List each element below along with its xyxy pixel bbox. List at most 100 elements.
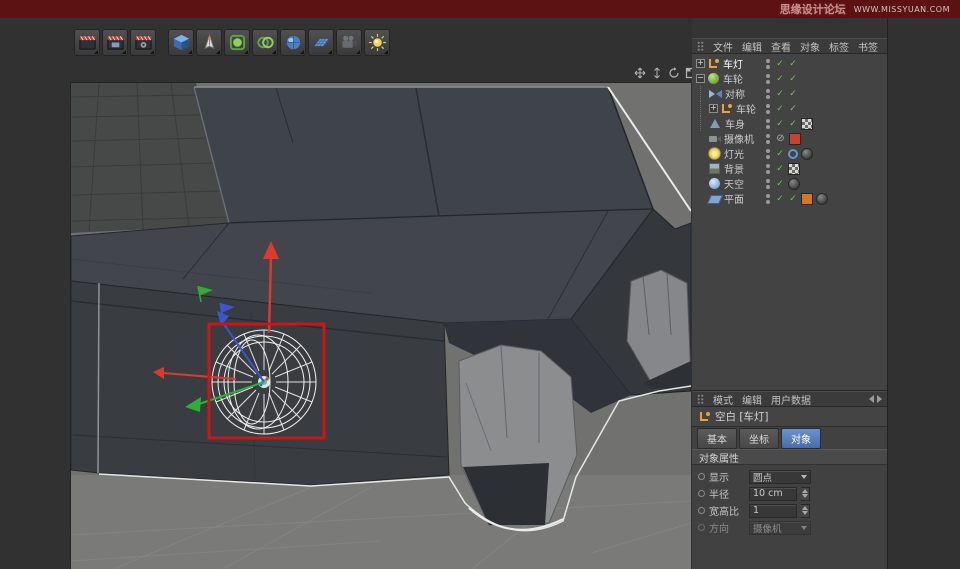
texture-tag-icon[interactable] [788,162,800,175]
enable-check-icon[interactable] [788,104,798,114]
visibility-dots[interactable] [766,178,770,189]
enable-check-icon[interactable] [775,104,785,114]
om-menu-tag[interactable]: 标签 [829,39,849,54]
render-settings-button[interactable] [130,29,156,56]
am-menu-edit[interactable]: 编辑 [742,392,762,407]
enable-check-icon[interactable] [788,59,798,69]
visibility-dots[interactable] [766,148,770,159]
field-label: 半径 [709,490,729,501]
expander-icon[interactable]: + [709,104,718,113]
enable-check-icon[interactable] [775,194,785,204]
visibility-dots[interactable] [766,73,770,84]
enable-check-icon[interactable] [775,179,785,189]
panel-grip-icon[interactable] [697,41,704,51]
camera-tag-icon[interactable] [789,132,801,145]
om-menu-file[interactable]: 文件 [713,39,733,54]
visibility-dots[interactable] [766,58,770,69]
keyframe-dot-icon[interactable] [698,490,705,497]
spline-pen-button[interactable] [196,29,222,56]
object-row-light[interactable]: 灯光 [692,146,887,161]
visibility-dots[interactable] [766,193,770,204]
polygon-object-icon [709,117,722,130]
pan-view-button[interactable] [633,66,646,79]
enable-check-icon[interactable] [775,59,785,69]
light-button[interactable] [364,29,390,56]
enable-check-icon[interactable] [788,194,798,204]
target-tag-icon[interactable] [788,148,798,159]
tab-coordinates[interactable]: 坐标 [739,427,779,449]
tab-object[interactable]: 对象 [781,427,821,449]
history-forward-icon[interactable] [877,395,882,403]
tab-basic[interactable]: 基本 [697,427,737,449]
enable-check-icon[interactable] [775,89,785,99]
object-row-plane[interactable]: 平面 [692,191,887,206]
enable-check-icon[interactable] [775,149,785,159]
visibility-dots[interactable] [766,103,770,114]
subdivision-surface-button[interactable] [224,29,250,56]
pen-icon [203,33,215,50]
zoom-view-button[interactable] [650,66,663,79]
object-label: 背景 [724,165,744,176]
object-row-wheel-group[interactable]: − 车轮 [692,71,887,86]
compositing-tag-icon[interactable] [801,147,813,160]
expander-icon[interactable]: − [696,74,705,83]
enable-check-icon[interactable] [788,74,798,84]
cube-primitive-button[interactable] [168,29,194,56]
aspect-ratio-input[interactable]: 1 [749,503,797,518]
history-back-icon[interactable] [869,395,874,403]
display-dropdown[interactable]: 圆点 [749,469,811,484]
environment-button[interactable] [280,29,306,56]
enable-check-icon[interactable] [775,164,785,174]
keyframe-dot-icon[interactable] [698,524,705,531]
object-tree: + 车灯 − 车轮 [692,54,887,390]
keyframe-dot-icon[interactable] [698,473,705,480]
section-title: 对象属性 [699,453,739,465]
visibility-dots[interactable] [766,163,770,174]
material-tag-icon[interactable] [801,192,813,205]
camera-button[interactable] [336,29,362,56]
texture-tag-icon[interactable] [801,117,813,130]
radius-input[interactable]: 10 cm [749,486,797,501]
object-row-camera[interactable]: 摄像机 [692,131,887,146]
object-row-headlight[interactable]: + 车灯 [692,56,887,71]
render-view-button[interactable] [74,29,100,56]
om-menu-edit[interactable]: 编辑 [742,39,762,54]
am-menu-userdata[interactable]: 用户数据 [771,392,811,407]
rotate-icon [668,66,679,78]
visibility-dots[interactable] [766,88,770,99]
enable-check-icon[interactable] [788,119,798,129]
object-row-car-body[interactable]: 车身 [692,116,887,131]
expander-icon[interactable]: + [696,59,705,68]
panel-grip-icon[interactable] [697,394,704,404]
am-menu-mode[interactable]: 模式 [713,392,733,407]
om-menu-bookmark[interactable]: 书签 [858,39,878,54]
viewport-canvas[interactable] [70,82,692,569]
visibility-dots[interactable] [766,133,770,144]
protection-icon[interactable] [775,133,786,144]
radius-stepper[interactable] [801,486,810,501]
enable-check-icon[interactable] [775,119,785,129]
compositing-tag-icon[interactable] [816,192,828,205]
aspect-ratio-stepper[interactable] [801,503,810,518]
keyframe-dot-icon[interactable] [698,507,705,514]
render-picture-viewer-button[interactable] [102,29,128,56]
object-row-symmetry[interactable]: 对称 [692,86,887,101]
enable-check-icon[interactable] [788,89,798,99]
object-label: 车轮 [736,105,756,116]
tree-guide [700,116,709,131]
enable-check-icon[interactable] [775,74,785,84]
object-row-wheel-child[interactable]: + 车轮 [692,101,887,116]
object-properties-header[interactable]: 对象属性 [692,449,887,465]
object-row-background[interactable]: 背景 [692,161,887,176]
sky-object-icon [708,177,721,190]
visibility-dots[interactable] [766,118,770,129]
floor-button[interactable] [308,29,334,56]
cube-icon [173,34,189,51]
om-menu-view[interactable]: 查看 [771,39,791,54]
om-menu-object[interactable]: 对象 [800,39,820,54]
orientation-dropdown[interactable]: 摄像机 [749,520,811,535]
generator-button[interactable] [252,29,278,56]
compositing-tag-icon[interactable] [788,177,800,190]
object-row-sky[interactable]: 天空 [692,176,887,191]
rotate-view-button[interactable] [667,66,680,79]
